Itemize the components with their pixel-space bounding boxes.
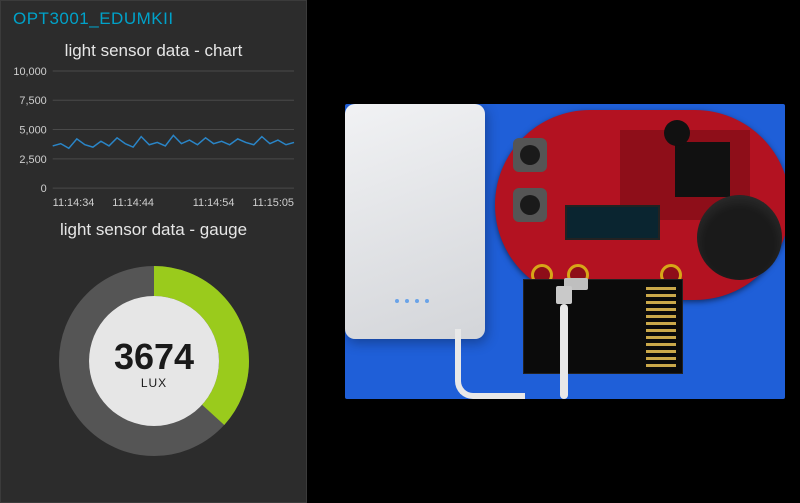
gauge-section-title: light sensor data - gauge: [1, 220, 306, 240]
svg-text:11:15:05: 11:15:05: [252, 197, 294, 209]
svg-text:5,000: 5,000: [19, 125, 46, 137]
powerbank: [345, 104, 485, 339]
svg-text:7,500: 7,500: [19, 95, 46, 107]
light-chart[interactable]: 0 2,500 5,000 7,500 10,000 11:14:34 11:14:44 11…: [1, 65, 306, 214]
svg-text:11:14:34: 11:14:34: [53, 197, 95, 209]
svg-text:11:14:44: 11:14:44: [112, 197, 154, 209]
hardware-photo-area: [307, 0, 800, 503]
usb-cable: [560, 304, 568, 399]
sensor-panel: OPT3001_EDUMKII light sensor data - char…: [0, 0, 307, 503]
svg-text:11:14:54: 11:14:54: [193, 197, 235, 209]
chart-section-title: light sensor data - chart: [1, 41, 306, 61]
chart-canvas: 0 2,500 5,000 7,500 10,000 11:14:34 11:14:44 11…: [7, 65, 300, 214]
svg-text:0: 0: [41, 183, 47, 195]
black-sensor-board: [523, 279, 683, 374]
svg-text:2,500: 2,500: [19, 154, 46, 166]
usb-cable: [455, 329, 525, 399]
svg-text:10,000: 10,000: [13, 66, 46, 78]
app-root: OPT3001_EDUMKII light sensor data - char…: [0, 0, 800, 503]
red-launchpad-board: [495, 110, 785, 300]
gauge-unit: LUX: [140, 376, 166, 390]
light-gauge[interactable]: 3674LUX: [1, 256, 306, 466]
gauge-value: 3674: [113, 336, 193, 377]
hardware-photo: [345, 104, 785, 399]
gauge-canvas: 3674LUX: [49, 256, 259, 466]
panel-title: OPT3001_EDUMKII: [1, 7, 306, 35]
